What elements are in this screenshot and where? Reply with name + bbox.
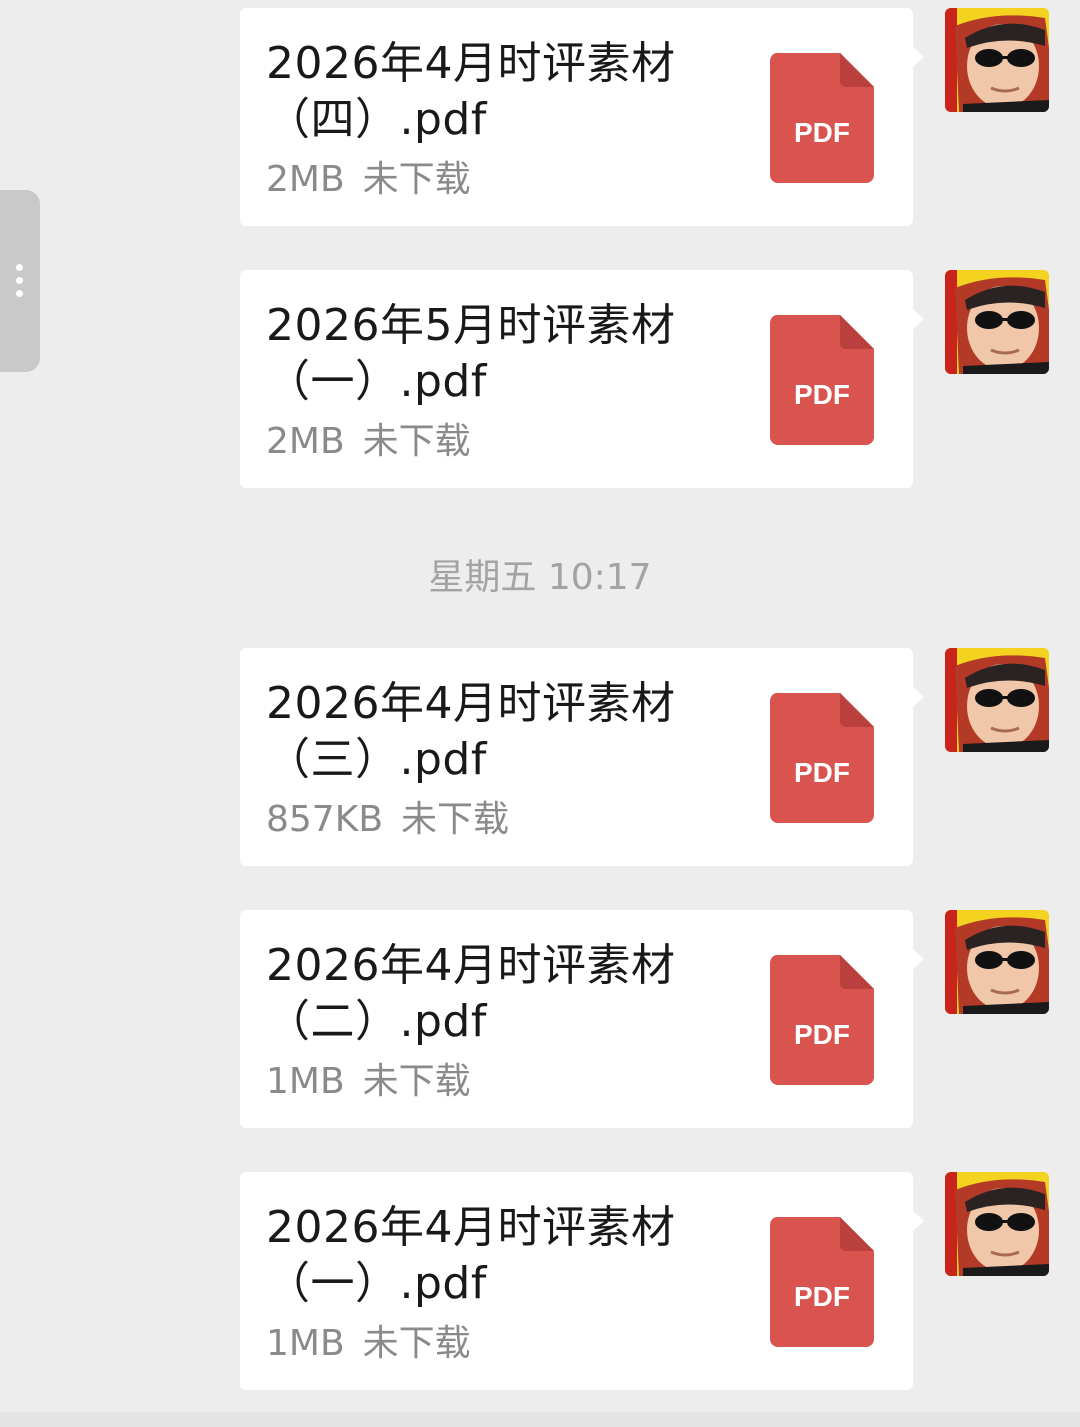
- file-meta: 2MB 未下载: [266, 420, 489, 464]
- file-name: 2026年4月时评素材 （二）.pdf: [266, 940, 676, 1047]
- file-size: 2MB: [266, 159, 345, 200]
- file-message: 2026年4月时评素材 （三）.pdf 857KB 未下载 PDF: [240, 648, 1050, 868]
- file-message: 2026年4月时评素材 （二）.pdf 1MB 未下载 PDF: [240, 910, 1050, 1130]
- file-bubble[interactable]: 2026年4月时评素材 （一）.pdf 1MB 未下载 PDF: [240, 1172, 924, 1390]
- avatar-image-icon: [945, 8, 1049, 112]
- pdf-file-icon: PDF: [770, 315, 874, 445]
- avatar-image-icon: [945, 910, 1049, 1014]
- user-avatar[interactable]: [945, 1172, 1049, 1276]
- pdf-file-icon: PDF: [770, 955, 874, 1085]
- file-meta: 1MB 未下载: [266, 1060, 489, 1104]
- file-bubble[interactable]: 2026年5月时评素材 （一）.pdf 2MB 未下载 PDF: [240, 270, 924, 488]
- input-bar-edge: [0, 1412, 1080, 1427]
- file-size: 1MB: [266, 1061, 345, 1102]
- file-bubble[interactable]: 2026年4月时评素材 （四）.pdf 2MB 未下载 PDF: [240, 8, 924, 226]
- more-dots-icon: [16, 264, 24, 303]
- avatar-image-icon: [945, 270, 1049, 374]
- svg-text:PDF: PDF: [794, 117, 850, 148]
- avatar-image-icon: [945, 648, 1049, 752]
- download-status: 未下载: [362, 1061, 471, 1102]
- file-name: 2026年4月时评素材 （一）.pdf: [266, 1202, 676, 1309]
- file-message: 2026年4月时评素材 （四）.pdf 2MB 未下载 PDF: [240, 8, 1050, 228]
- download-status: 未下载: [401, 799, 510, 840]
- file-meta: 1MB 未下载: [266, 1322, 489, 1366]
- svg-text:PDF: PDF: [794, 379, 850, 410]
- chat-timestamp: 星期五 10:17: [428, 557, 652, 598]
- download-status: 未下载: [362, 1323, 471, 1364]
- pdf-file-icon: PDF: [770, 1217, 874, 1347]
- file-size: 1MB: [266, 1323, 345, 1364]
- file-name: 2026年5月时评素材 （一）.pdf: [266, 300, 676, 407]
- file-name: 2026年4月时评素材 （三）.pdf: [266, 678, 676, 785]
- file-message: 2026年5月时评素材 （一）.pdf 2MB 未下载 PDF: [240, 270, 1050, 490]
- user-avatar[interactable]: [945, 910, 1049, 1014]
- file-size: 857KB: [266, 799, 384, 840]
- download-status: 未下载: [362, 159, 471, 200]
- file-bubble[interactable]: 2026年4月时评素材 （三）.pdf 857KB 未下载 PDF: [240, 648, 924, 866]
- file-meta: 2MB 未下载: [266, 158, 489, 202]
- download-status: 未下载: [362, 421, 471, 462]
- svg-text:PDF: PDF: [794, 757, 850, 788]
- file-meta: 857KB 未下载: [266, 798, 527, 842]
- side-drawer-handle[interactable]: [0, 190, 40, 372]
- user-avatar[interactable]: [945, 270, 1049, 374]
- user-avatar[interactable]: [945, 648, 1049, 752]
- file-message: 2026年4月时评素材 （一）.pdf 1MB 未下载 PDF: [240, 1172, 1050, 1392]
- file-name: 2026年4月时评素材 （四）.pdf: [266, 38, 676, 145]
- file-size: 2MB: [266, 421, 345, 462]
- file-bubble[interactable]: 2026年4月时评素材 （二）.pdf 1MB 未下载 PDF: [240, 910, 924, 1128]
- user-avatar[interactable]: [945, 8, 1049, 112]
- svg-text:PDF: PDF: [794, 1019, 850, 1050]
- svg-text:PDF: PDF: [794, 1281, 850, 1312]
- pdf-file-icon: PDF: [770, 693, 874, 823]
- avatar-image-icon: [945, 1172, 1049, 1276]
- pdf-file-icon: PDF: [770, 53, 874, 183]
